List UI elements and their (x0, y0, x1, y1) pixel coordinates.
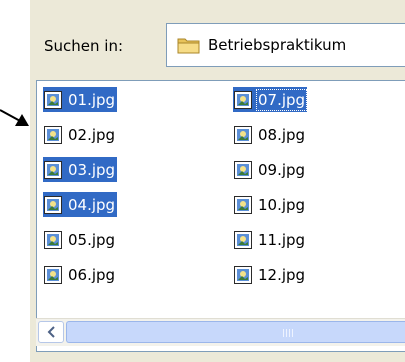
arrow-left-icon (47, 326, 55, 338)
file-item[interactable]: 11.jpg (233, 227, 307, 252)
file-name: 03.jpg (66, 158, 118, 181)
file-item[interactable]: 03.jpg (43, 157, 118, 182)
file-item[interactable]: 01.jpg (43, 87, 118, 112)
folder-icon (177, 38, 200, 54)
annotation-arrow (0, 109, 29, 126)
file-name: 12.jpg (258, 265, 306, 284)
file-name: 06.jpg (68, 265, 116, 284)
file-item[interactable]: 05.jpg (43, 227, 117, 252)
image-file-icon (233, 160, 253, 180)
image-file-icon (233, 125, 253, 145)
image-file-icon (43, 230, 63, 250)
file-item[interactable]: 09.jpg (233, 157, 307, 182)
image-file-icon (43, 195, 63, 215)
file-item[interactable]: 04.jpg (43, 192, 118, 217)
horizontal-scrollbar[interactable] (36, 318, 405, 346)
look-in-dropdown[interactable]: Betriebspraktikum (166, 23, 405, 67)
scroll-thumb[interactable] (66, 321, 405, 343)
file-name: 08.jpg (258, 125, 306, 144)
image-file-icon (43, 160, 63, 180)
file-name: 10.jpg (258, 195, 306, 214)
scroll-grip (283, 329, 295, 337)
file-name: 07.jpg (256, 88, 308, 111)
image-file-icon (233, 195, 253, 215)
file-name: 02.jpg (68, 125, 116, 144)
file-list[interactable]: 01.jpg 02.jpg 03.jpg 04.jpg 05.jpg 06.jpg 07.j… (36, 80, 405, 352)
image-file-icon (233, 265, 253, 285)
file-item[interactable]: 07.jpg (233, 87, 308, 112)
file-name: 09.jpg (258, 160, 306, 179)
file-item[interactable]: 10.jpg (233, 192, 307, 217)
file-item[interactable]: 12.jpg (233, 262, 307, 287)
image-file-icon (43, 265, 63, 285)
image-file-icon (233, 90, 253, 110)
image-file-icon (43, 90, 63, 110)
look-in-folder-name: Betriebspraktikum (208, 36, 347, 54)
look-in-label: Suchen in: (44, 37, 124, 55)
file-name: 05.jpg (68, 230, 116, 249)
image-file-icon (43, 125, 63, 145)
file-item[interactable]: 02.jpg (43, 122, 117, 147)
file-item[interactable]: 06.jpg (43, 262, 117, 287)
image-file-icon (233, 230, 253, 250)
file-item[interactable]: 08.jpg (233, 122, 307, 147)
scroll-left-button[interactable] (38, 321, 64, 343)
file-name: 04.jpg (66, 193, 118, 216)
file-name: 01.jpg (66, 88, 118, 111)
file-name: 11.jpg (258, 230, 306, 249)
